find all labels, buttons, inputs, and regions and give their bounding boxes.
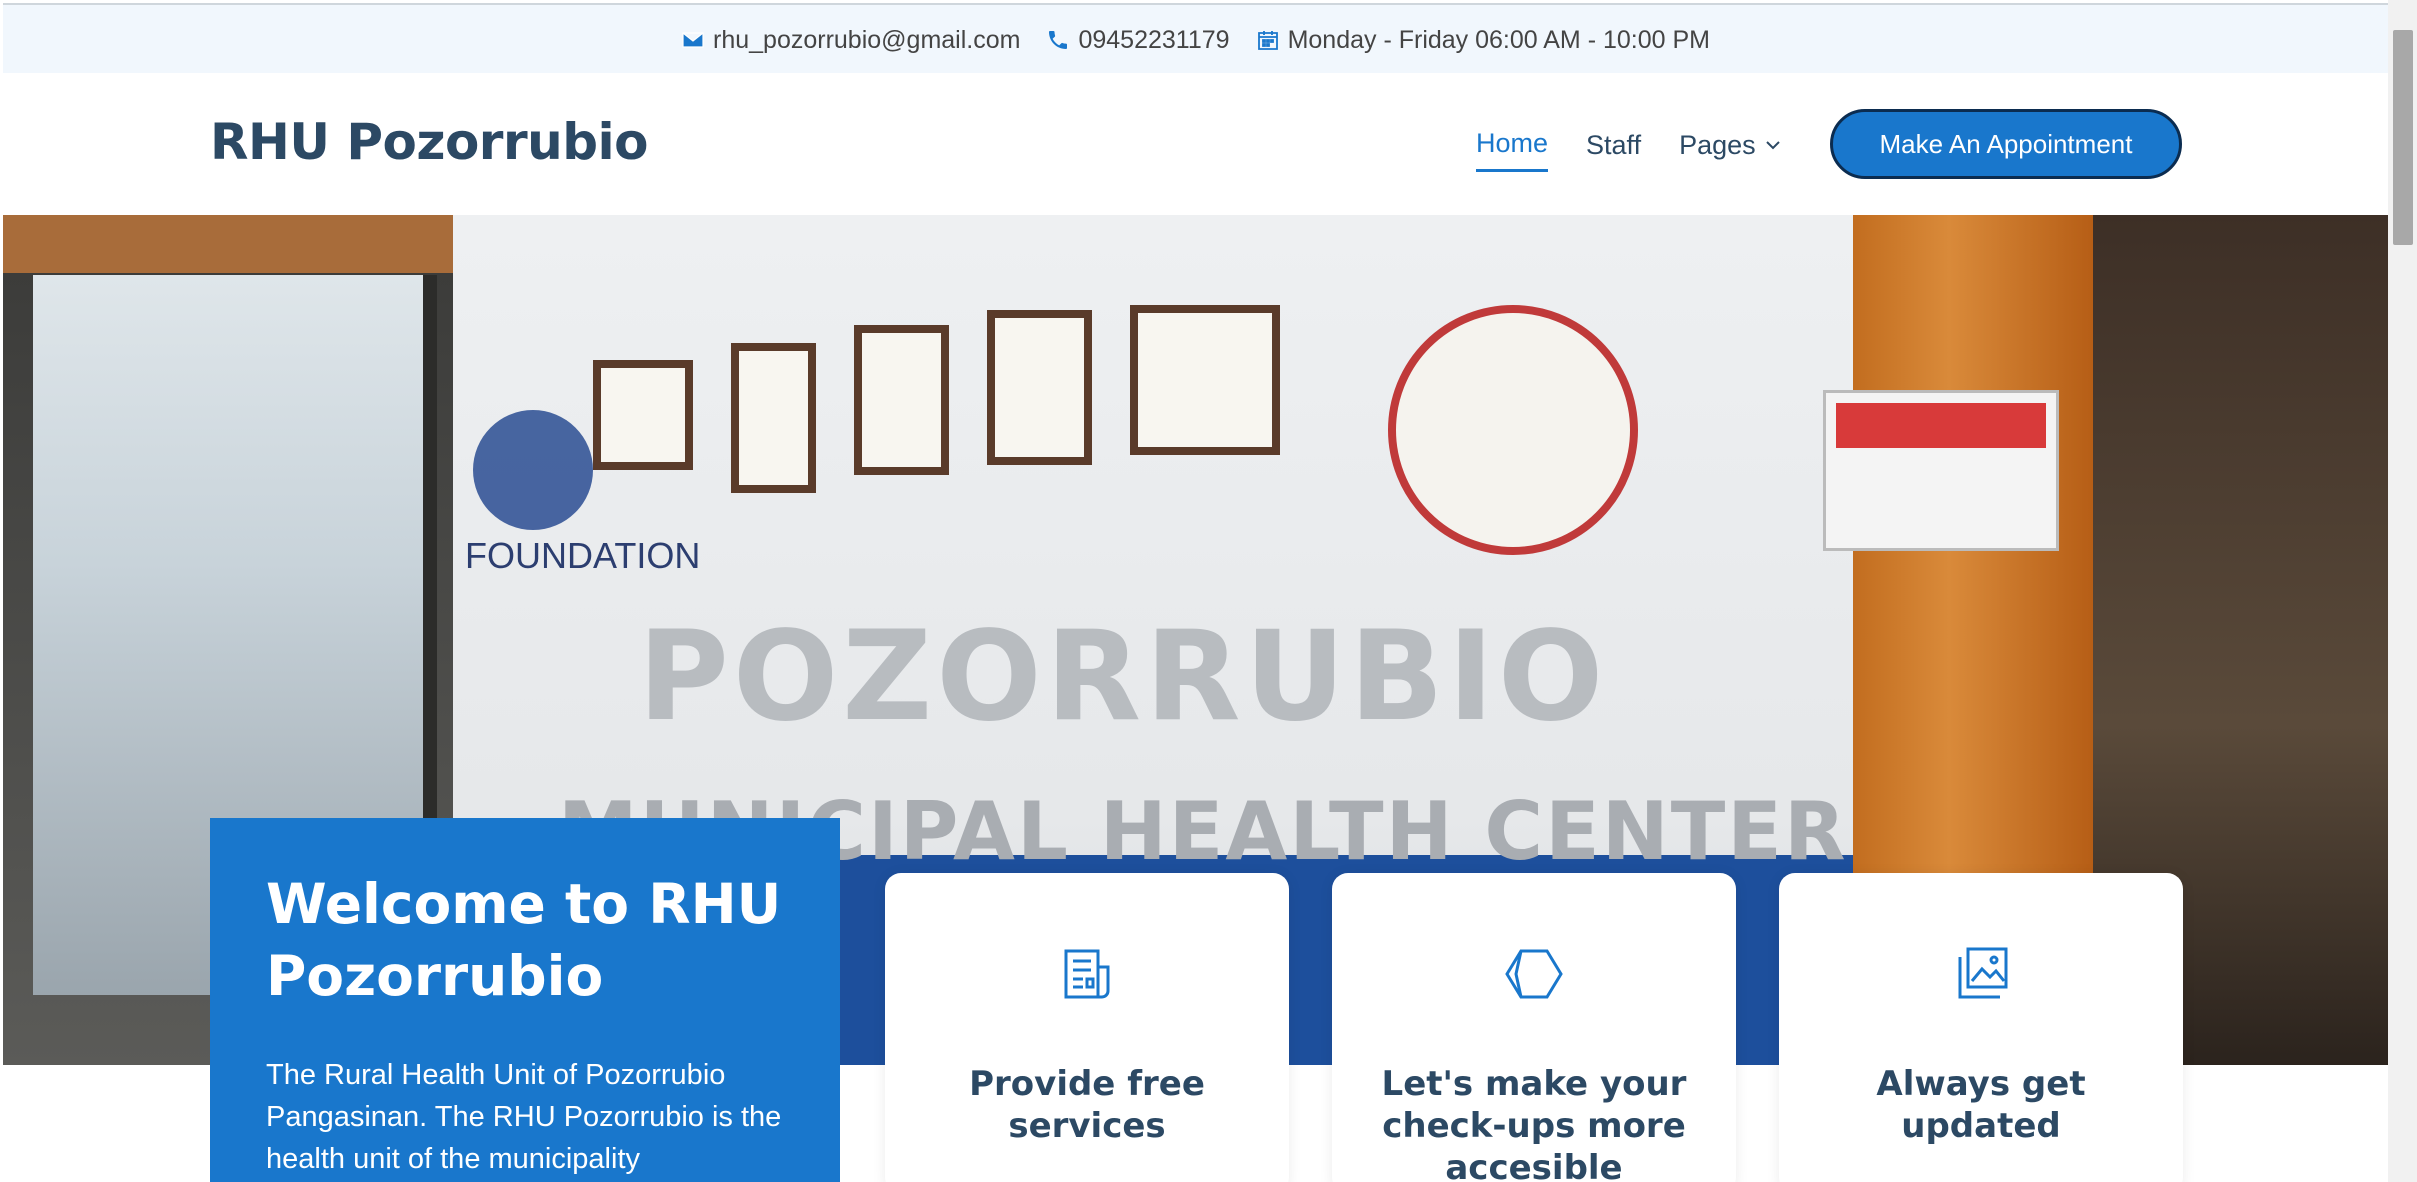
email-text: rhu_pozorrubio@gmail.com	[713, 25, 1021, 54]
chevron-down-icon	[1765, 141, 1780, 150]
phone-icon	[1049, 31, 1068, 49]
feature-card-updated: Always get updated	[1779, 873, 2183, 1182]
hexagon-icon	[1505, 949, 1563, 999]
top-bar: rhu_pozorrubio@gmail.com 09452231179 Mon…	[3, 3, 2388, 75]
hours-text: Monday - Friday 06:00 AM - 10:00 PM	[1287, 25, 1710, 54]
envelope-icon	[682, 32, 704, 48]
feature-title: Always get updated	[1876, 1064, 2086, 1146]
feature-card-free-services: Provide free services	[885, 873, 1289, 1182]
site-logo[interactable]: RHU Pozorrubio	[210, 113, 649, 171]
nav-staff[interactable]: Staff	[1586, 128, 1641, 172]
contact-email[interactable]: rhu_pozorrubio@gmail.com	[681, 26, 1020, 55]
calendar-icon	[1257, 31, 1278, 50]
nav-pages[interactable]: Pages	[1679, 128, 1782, 172]
nav-home[interactable]: Home	[1476, 128, 1549, 172]
feature-title: Provide free services	[969, 1064, 1205, 1146]
site-header: RHU Pozorrubio Home Staff Pages Make An …	[3, 73, 2388, 215]
contact-phone[interactable]: 09452231179	[1046, 25, 1230, 55]
phone-text: 09452231179	[1078, 25, 1230, 54]
office-hours: Monday - Friday 06:00 AM - 10:00 PM	[1256, 26, 1710, 55]
document-icon	[1064, 949, 1110, 999]
welcome-text: The Rural Health Unit of Pozorrubio Pang…	[266, 1059, 782, 1175]
feature-card-checkups: Let's make your check-ups more accesible	[1332, 873, 1736, 1182]
make-appointment-button[interactable]: Make An Appointment	[1830, 109, 2182, 179]
main-nav: Home Staff Pages	[1476, 128, 1782, 172]
page: rhu_pozorrubio@gmail.com 09452231179 Mon…	[3, 3, 2388, 1182]
welcome-title: Welcome to RHU Pozorrubio	[266, 872, 782, 1008]
welcome-box: Welcome to RHU Pozorrubio The Rural Heal…	[210, 818, 840, 1182]
scrollbar-thumb[interactable]	[2393, 30, 2413, 245]
feature-title: Let's make your check-ups more accesible	[1381, 1064, 1687, 1182]
nav-pages-label: Pages	[1679, 129, 1756, 160]
images-icon	[1958, 947, 2008, 999]
